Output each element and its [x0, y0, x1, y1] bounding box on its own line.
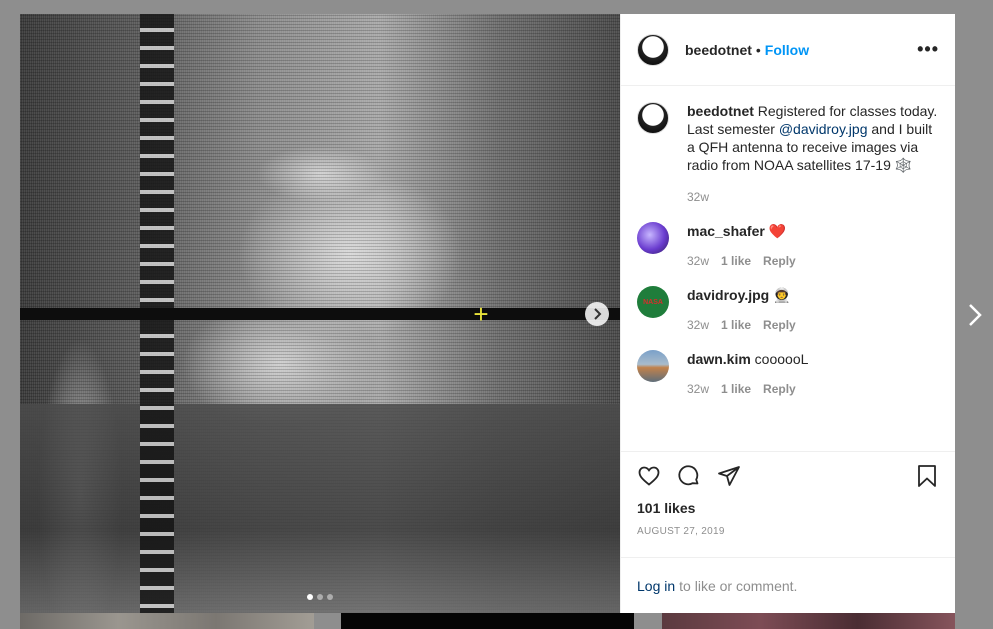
comment-item: dawn.kim coooooL 32w 1 like Reply — [637, 350, 939, 398]
caption-mention-link[interactable]: @davidroy.jpg — [779, 121, 868, 137]
comment-likes[interactable]: 1 like — [721, 380, 751, 398]
login-link[interactable]: Log in — [637, 578, 675, 594]
grid-thumbnail-3[interactable] — [662, 613, 955, 629]
carousel-next-button[interactable] — [585, 302, 609, 326]
comment-time[interactable]: 32w — [687, 380, 709, 398]
bookmark-icon[interactable] — [915, 464, 939, 488]
comment-time[interactable]: 32w — [687, 252, 709, 270]
post-username[interactable]: beedotnet — [685, 42, 752, 58]
carousel-indicator — [307, 594, 333, 600]
comment-text: 👨‍🚀 — [769, 287, 791, 303]
comment-time[interactable]: 32w — [687, 316, 709, 334]
grid-thumbnail-2[interactable] — [341, 613, 634, 629]
post-image[interactable]: + — [20, 14, 620, 613]
reply-button[interactable]: Reply — [763, 380, 796, 398]
follow-button[interactable]: Follow — [765, 42, 809, 58]
carousel-dot-2 — [317, 594, 323, 600]
comment-text: coooooL — [750, 351, 809, 367]
crosshair-icon: + — [473, 299, 489, 329]
grid-thumbnail-1[interactable] — [20, 613, 314, 629]
avatar[interactable] — [637, 350, 669, 382]
comment-text: ❤️ — [764, 223, 787, 239]
comment-item: mac_shafer ❤️ 32w 1 like Reply — [637, 222, 939, 270]
image-lower-region — [20, 404, 620, 613]
caption-time[interactable]: 32w — [687, 188, 709, 206]
header-separator: • — [755, 41, 761, 58]
spiderweb-emoji: 🕸️ — [894, 157, 913, 173]
comment-likes[interactable]: 1 like — [721, 316, 751, 334]
post-header: beedotnet • Follow ••• — [621, 14, 955, 86]
avatar[interactable] — [637, 33, 669, 66]
reply-button[interactable]: Reply — [763, 252, 796, 270]
likes-count[interactable]: 101 likes — [637, 500, 939, 516]
comment-username[interactable]: mac_shafer — [687, 223, 765, 239]
avatar[interactable] — [637, 222, 669, 254]
nasa-logo-text: NASA — [643, 298, 663, 306]
image-dark-band — [20, 308, 620, 320]
comment-icon[interactable] — [677, 464, 701, 488]
heart-icon[interactable] — [637, 464, 661, 488]
carousel-dot-3 — [327, 594, 333, 600]
avatar[interactable]: NASA — [637, 286, 669, 318]
comments-list: beedotnet Registered for classes today. … — [621, 86, 955, 451]
more-icon[interactable]: ••• — [917, 39, 939, 60]
comment-username[interactable]: dawn.kim — [687, 351, 751, 367]
chevron-right-icon — [594, 308, 602, 320]
comment-likes[interactable]: 1 like — [721, 252, 751, 270]
login-prompt: Log in to like or comment. — [621, 557, 955, 613]
post-date[interactable]: AUGUST 27, 2019 — [637, 526, 939, 537]
post-sidebar: beedotnet • Follow ••• beedotnet Registe… — [620, 14, 955, 613]
post-actions: 101 likes AUGUST 27, 2019 — [621, 451, 955, 557]
chevron-right-icon — [969, 304, 982, 326]
comment-item: NASA davidroy.jpg 👨‍🚀 32w 1 like Reply — [637, 286, 939, 334]
caption: beedotnet Registered for classes today. … — [637, 102, 939, 206]
comment-username[interactable]: davidroy.jpg — [687, 287, 769, 303]
carousel-dot-1 — [307, 594, 313, 600]
post-modal: + beedotnet • Follow ••• beedotnet Regis… — [20, 14, 955, 613]
caption-username[interactable]: beedotnet — [687, 103, 754, 119]
next-post-button[interactable] — [963, 300, 987, 330]
reply-button[interactable]: Reply — [763, 316, 796, 334]
caption-text: beedotnet Registered for classes today. … — [687, 102, 939, 174]
login-text: to like or comment. — [679, 577, 798, 594]
share-icon[interactable] — [717, 464, 741, 488]
avatar[interactable] — [637, 102, 669, 134]
